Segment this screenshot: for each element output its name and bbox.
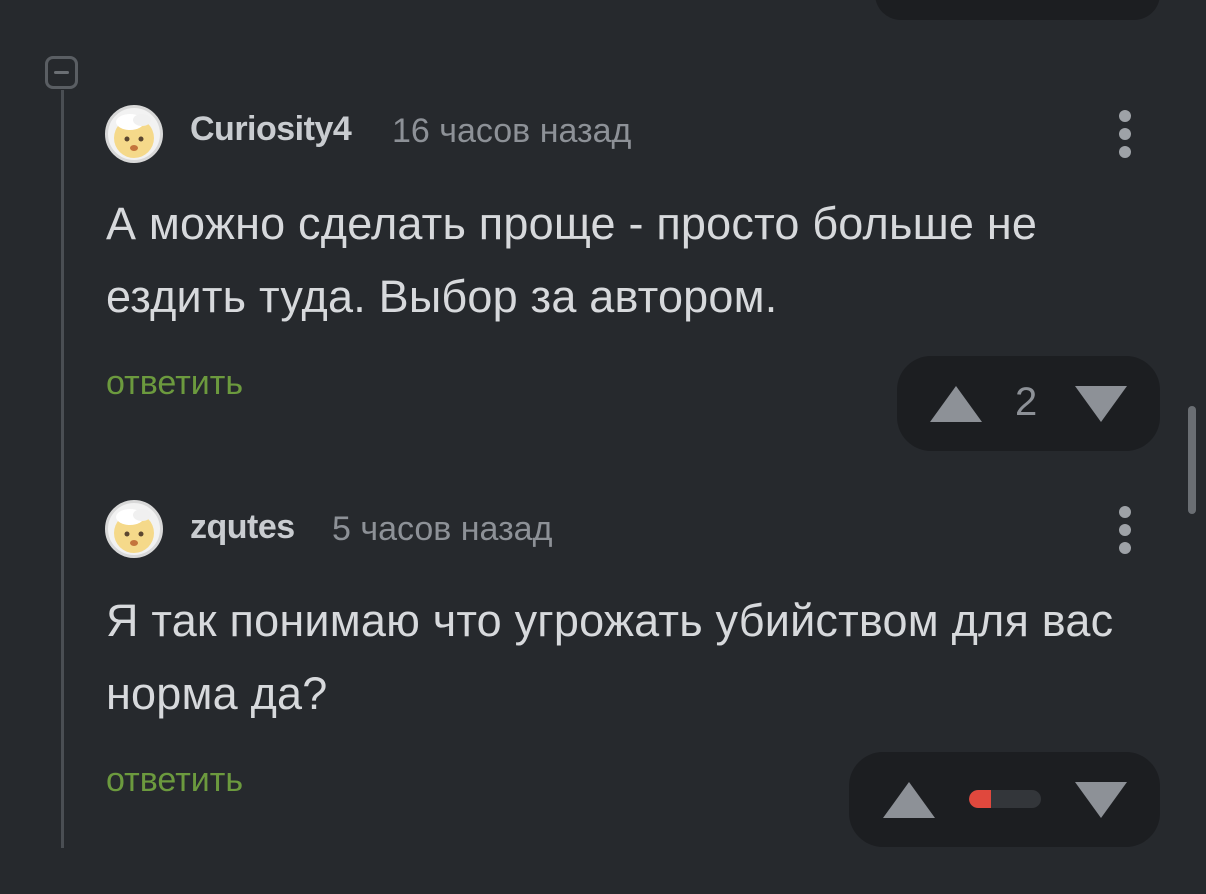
comment-text: Я так понимаю что угрожать убийством для… <box>106 595 1114 719</box>
downvote-arrow-icon[interactable] <box>1075 782 1127 818</box>
rating-bar <box>969 790 1041 808</box>
comment-time: 5 часов назад <box>332 510 553 548</box>
comment-time: 16 часов назад <box>392 112 632 150</box>
rating-score: 2 <box>1015 380 1038 424</box>
comment: zqutes 5 часов назад Я так понимаю что у… <box>0 460 1206 894</box>
rating-bar-fill <box>969 790 991 808</box>
downvote-arrow-icon[interactable] <box>1075 386 1127 422</box>
upvote-arrow-icon[interactable] <box>883 782 935 818</box>
upvote-arrow-icon[interactable] <box>930 386 982 422</box>
comment-text: А можно сделать проще - просто больше не… <box>106 198 1038 322</box>
comment: Curiosity4 16 часов назад А можно сделат… <box>0 0 1206 460</box>
more-vertical-icon[interactable] <box>1113 500 1137 560</box>
rating-pill <box>849 752 1160 847</box>
username[interactable]: zqutes <box>190 508 295 547</box>
avatar[interactable] <box>105 500 163 558</box>
reply-link[interactable]: ответить <box>106 364 243 403</box>
rating-pill: 2 <box>897 356 1160 451</box>
scrollbar[interactable] <box>1188 406 1196 514</box>
username[interactable]: Curiosity4 <box>190 110 352 149</box>
avatar[interactable] <box>105 105 163 163</box>
reply-link[interactable]: ответить <box>106 761 243 800</box>
more-vertical-icon[interactable] <box>1113 104 1137 164</box>
